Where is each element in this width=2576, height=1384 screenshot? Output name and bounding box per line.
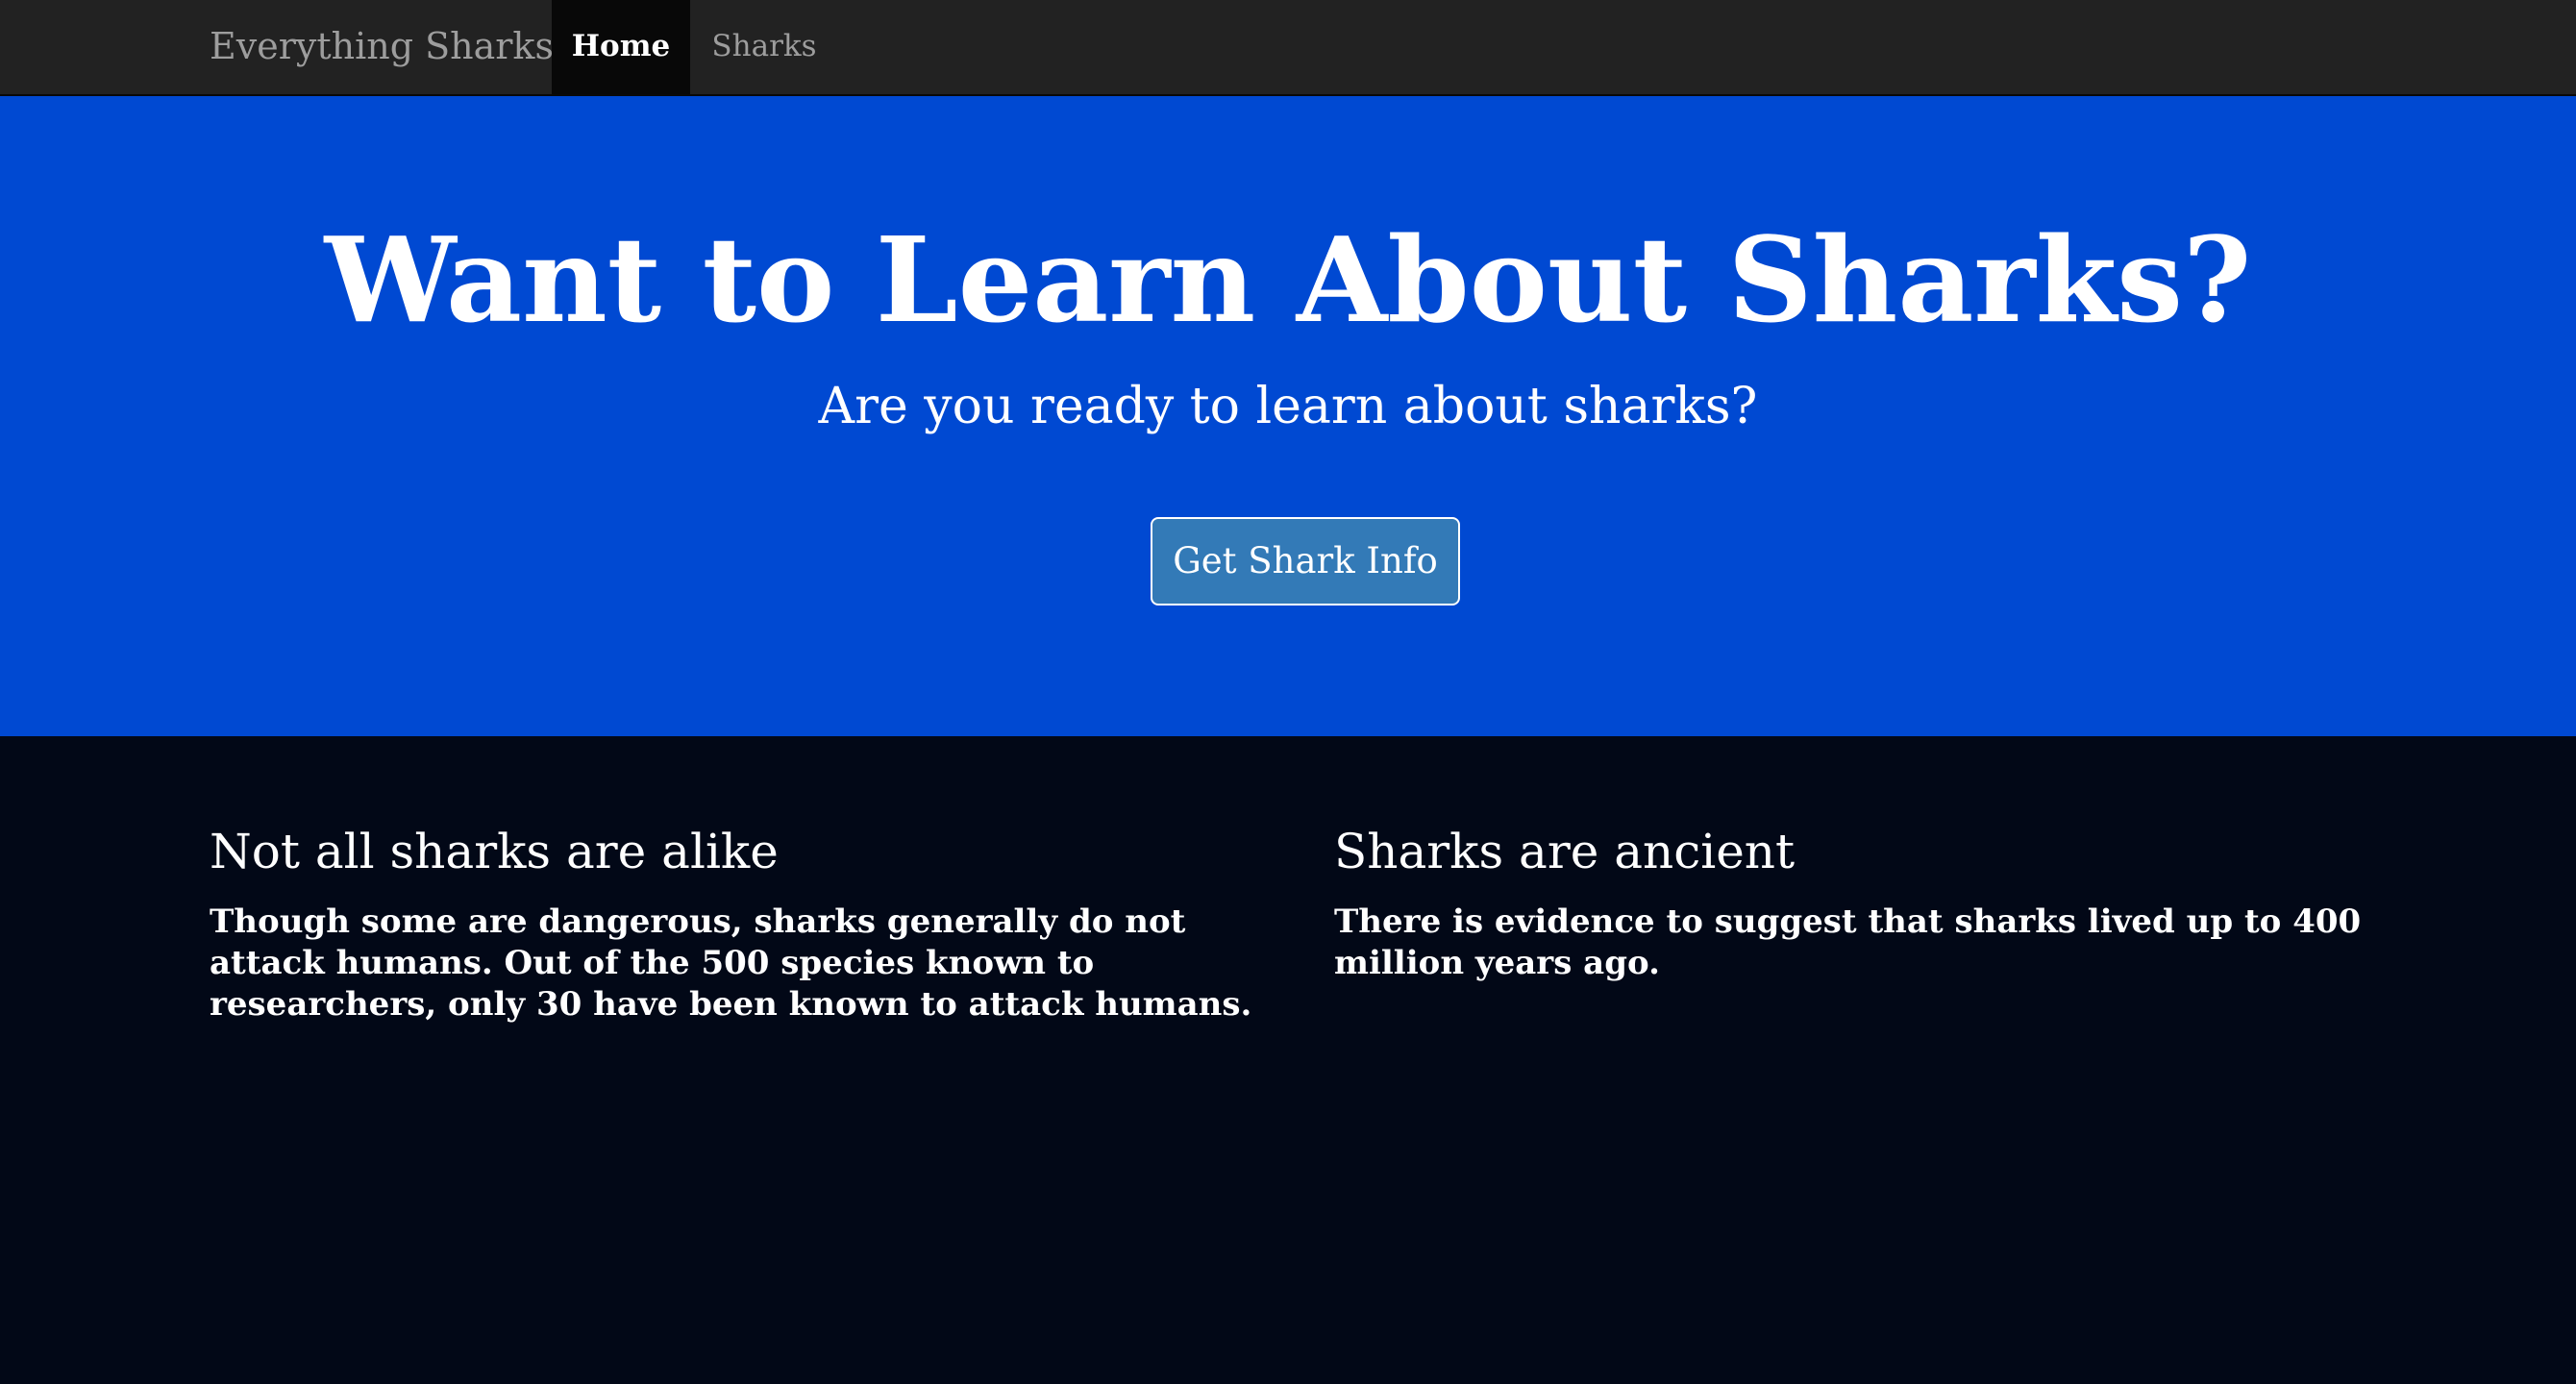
column-body: Though some are dangerous, sharks genera…: [210, 902, 1252, 1024]
hero-section: Want to Learn About Sharks? Are you read…: [0, 96, 2576, 736]
info-column-left: Not all sharks are alike Though some are…: [210, 823, 1276, 1026]
column-heading: Sharks are ancient: [1334, 824, 1796, 879]
column-heading: Not all sharks are alike: [210, 824, 779, 879]
hero-subtitle: Are you ready to learn about sharks?: [818, 378, 1758, 435]
brand-link[interactable]: Everything Sharks: [210, 0, 554, 94]
get-shark-info-button[interactable]: Get Shark Info: [1151, 517, 1460, 606]
nav-item-sharks[interactable]: Sharks: [690, 0, 838, 94]
column-body: There is evidence to suggest that sharks…: [1334, 902, 2362, 982]
info-column-right: Sharks are ancient There is evidence to …: [1334, 823, 2401, 984]
hero-title: Want to Learn About Sharks?: [324, 210, 2252, 349]
nav-item-home[interactable]: Home: [552, 0, 690, 94]
navbar: Everything Sharks Home Sharks: [0, 0, 2576, 96]
